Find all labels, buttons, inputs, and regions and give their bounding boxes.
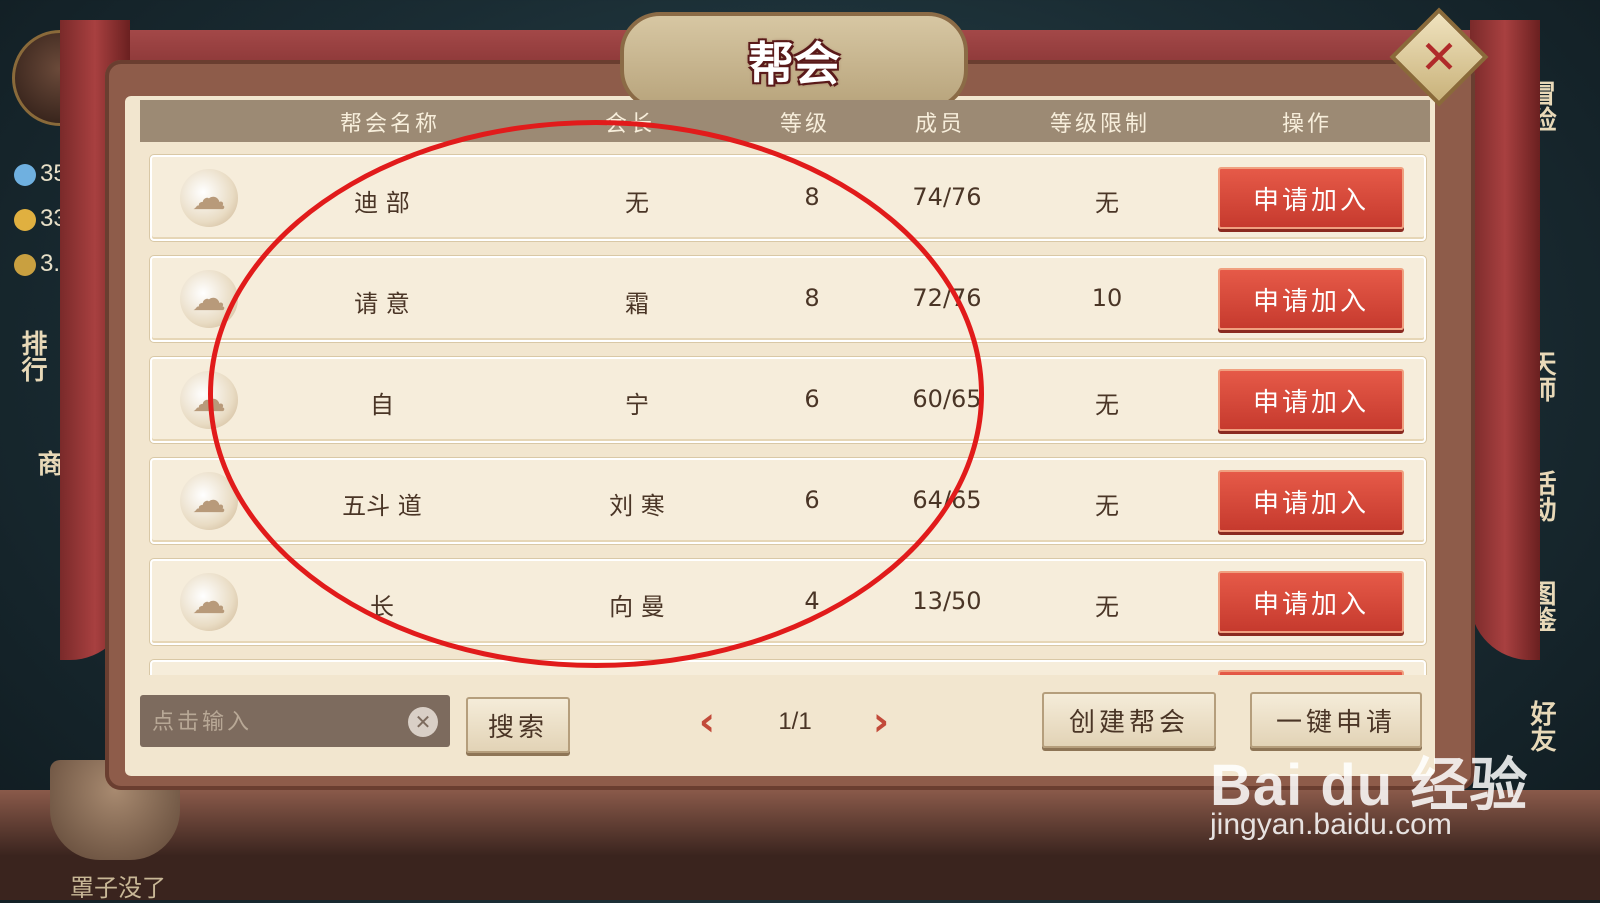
side-label-friends[interactable]: 好友 (1523, 700, 1560, 752)
title-plaque: 帮会 (620, 12, 968, 110)
guild-level-limit: 10 (1091, 284, 1123, 312)
header-level-limit: 等级限制 (1049, 112, 1150, 137)
header-guild-name: 帮会名称 (339, 112, 440, 137)
close-icon[interactable]: ✕ (1404, 22, 1474, 92)
guild-members: 13/50 (912, 587, 982, 615)
guild-level-limit: 无 (1095, 593, 1119, 621)
join-button[interactable]: 申请加入 (1218, 268, 1404, 330)
search-button[interactable]: 搜索 (466, 697, 570, 753)
cloud-emblem-icon: ☁ (180, 169, 238, 227)
join-button-partial[interactable] (1218, 670, 1404, 675)
page-indicator: 1/1 (778, 708, 812, 735)
dialog-title: 帮会 (748, 37, 840, 91)
side-label-rank[interactable]: 排行 (14, 330, 51, 382)
join-button[interactable]: 申请加入 (1218, 571, 1404, 633)
join-button[interactable]: 申请加入 (1218, 470, 1404, 532)
lightning-icon (14, 163, 36, 186)
prev-page-icon[interactable]: ‹ (692, 699, 722, 745)
search-input[interactable] (150, 700, 404, 744)
create-guild-button[interactable]: 创建帮会 (1042, 692, 1216, 748)
next-page-icon[interactable]: › (866, 699, 896, 745)
header-members: 成员 (914, 112, 965, 137)
guild-members: 74/76 (912, 183, 982, 211)
guild-level-limit: 无 (1095, 189, 1119, 217)
right-curtain (1470, 20, 1540, 660)
guild-level-limit: 无 (1095, 492, 1119, 520)
baidu-watermark: Bai du 经验 jingyan.baidu.com (1210, 738, 1528, 841)
coin-icon (14, 253, 36, 276)
watermark-url: jingyan.baidu.com (1210, 808, 1452, 841)
join-button[interactable]: 申请加入 (1218, 369, 1404, 431)
cloud-emblem-icon: ☁ (180, 573, 238, 631)
header-action: 操作 (1281, 112, 1332, 137)
chat-message[interactable]: 罩子没了 (70, 868, 166, 903)
header-level: 等级 (779, 112, 830, 137)
annotation-circle (208, 120, 984, 668)
guild-level-limit: 无 (1095, 391, 1119, 419)
guild-row-partial (150, 660, 1426, 675)
gold-icon (14, 208, 36, 231)
clear-icon[interactable]: ✕ (408, 707, 438, 737)
join-button[interactable]: 申请加入 (1218, 167, 1404, 229)
